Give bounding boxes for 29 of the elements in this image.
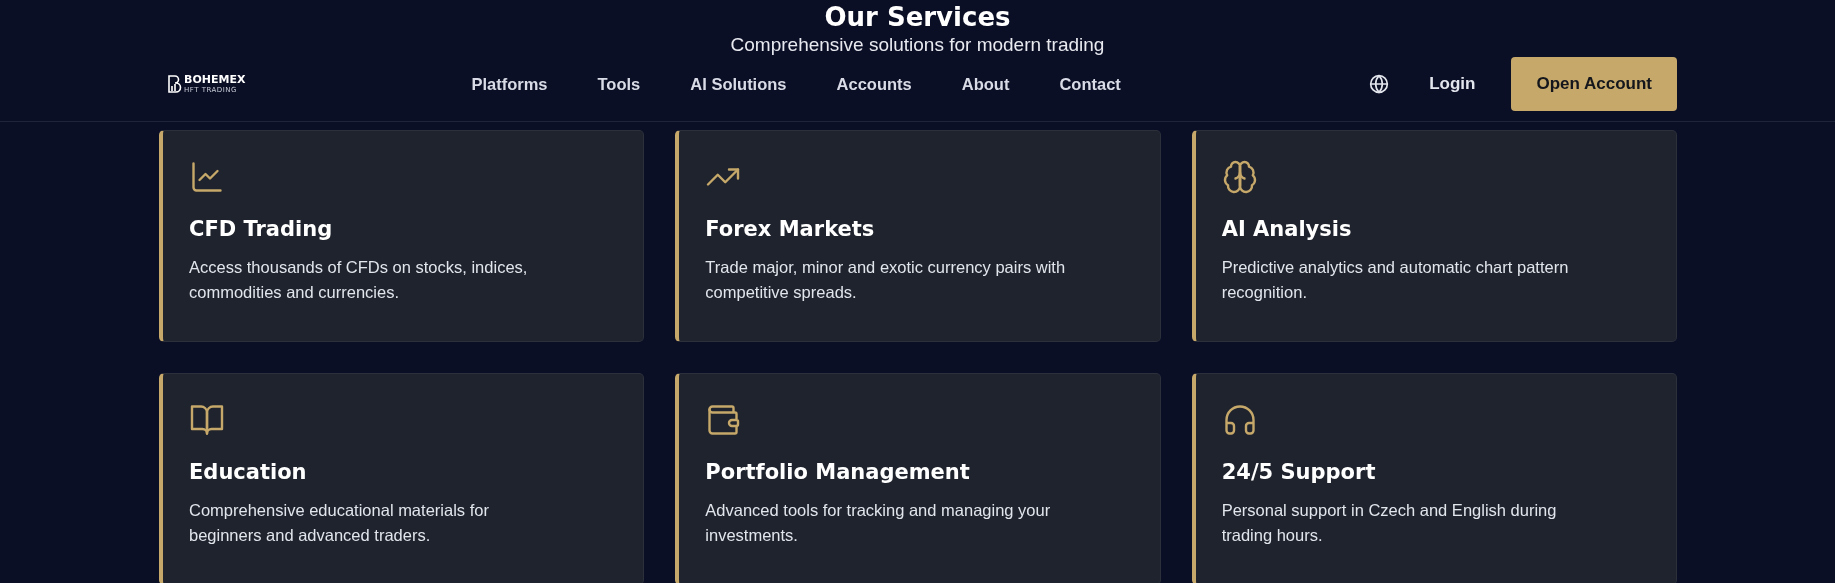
nav-link[interactable]: Platforms [471, 74, 548, 94]
logo-mark-icon [168, 75, 182, 93]
service-description: Predictive analytics and automatic chart pattern recognition. [1221, 257, 1570, 303]
service-title: AI Analysis [1221, 217, 1353, 241]
open-account-button[interactable]: Open Account [1511, 57, 1677, 111]
service-title: Portfolio Management [705, 460, 971, 484]
service-description: Advanced tools for tracking and managing your investments. [705, 500, 1052, 546]
service-title: Education [189, 460, 308, 484]
service-description: Personal support in Czech and English during trading hours. [1221, 500, 1558, 546]
service-title: Forex Markets [705, 217, 876, 241]
nav-link[interactable]: About [961, 74, 1010, 94]
section-heading: Our Services [824, 2, 1011, 32]
chart-line-icon [189, 159, 225, 195]
service-title: 24/5 Support [1221, 460, 1377, 484]
login-button[interactable]: Login [1429, 74, 1476, 94]
book-icon [189, 402, 225, 438]
wallet-icon [705, 402, 742, 438]
nav-link[interactable]: AI Solutions [690, 74, 787, 94]
nav-link[interactable]: Tools [597, 74, 641, 94]
service-title: CFD Trading [189, 217, 334, 241]
section-subtitle: Comprehensive solutions for modern trading [730, 34, 1105, 56]
nav-link[interactable]: Accounts [836, 74, 912, 94]
logo-name: BOHEMEX [184, 74, 246, 86]
nav-link[interactable]: Contact [1059, 74, 1121, 94]
globe-icon[interactable] [1369, 74, 1390, 94]
service-description: Trade major, minor and exotic currency pairs with competitive spreads. [705, 257, 1067, 303]
brain-icon [1221, 159, 1258, 195]
service-description: Comprehensive educational materials for beginners and advanced traders. [189, 500, 490, 546]
service-description: Access thousands of CFDs on stocks, indices, commodities and currencies. [189, 257, 529, 303]
